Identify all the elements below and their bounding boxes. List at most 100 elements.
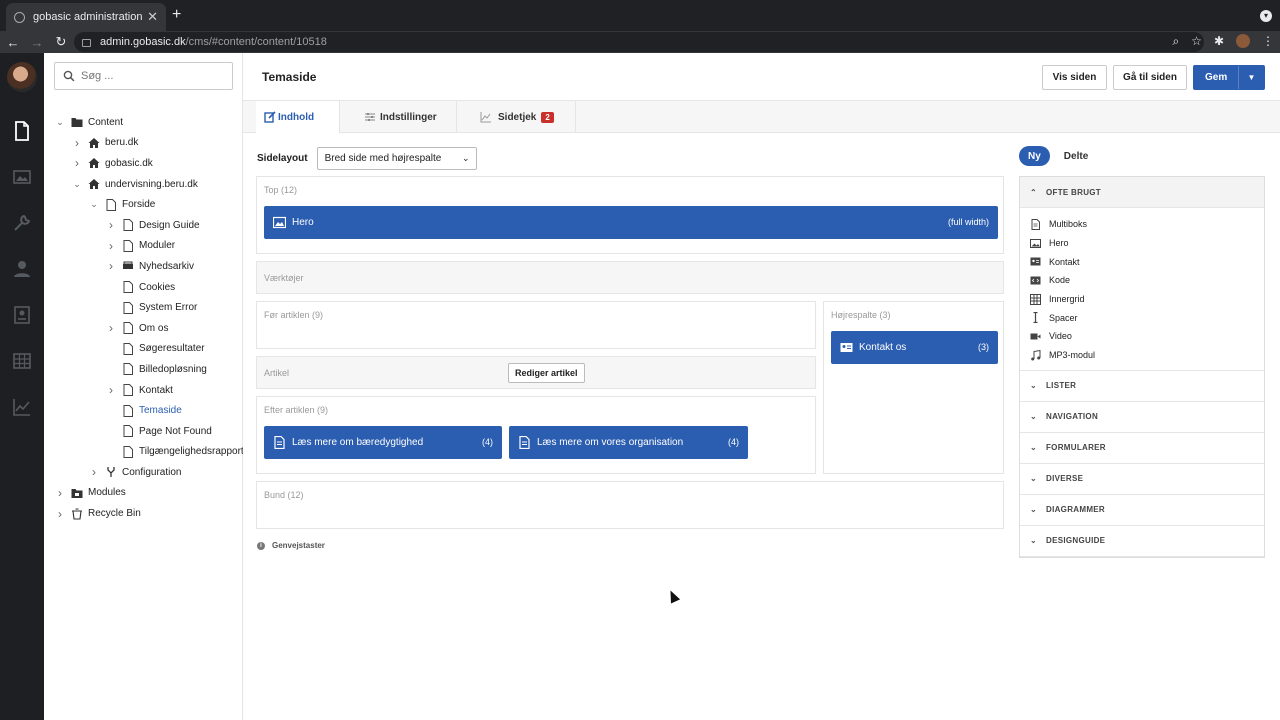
chevron-down-icon[interactable]: ⌄ <box>56 117 64 128</box>
page-icon <box>122 445 134 458</box>
palette-section-ofte-brugt[interactable]: ⌃ OFTE BRUGT <box>1020 177 1264 208</box>
tree-node-page-not-found[interactable]: Page Not Found <box>44 421 243 442</box>
tree-node-cookies[interactable]: Cookies <box>44 277 243 298</box>
toggle-new[interactable]: Ny <box>1019 146 1050 166</box>
zone-after-article[interactable]: Efter artiklen (9) Læs mere om bæredygti… <box>256 396 816 474</box>
chevron-right-icon[interactable]: › <box>107 321 115 335</box>
bookmark-star-icon[interactable]: ☆ <box>1191 34 1202 49</box>
reload-icon[interactable]: ↻ <box>50 34 72 50</box>
tree-node-label: Om os <box>139 322 169 334</box>
chevron-down-icon[interactable]: ⌄ <box>73 179 81 190</box>
zone-before-article[interactable]: Før artiklen (9) <box>256 301 816 349</box>
browser-tab[interactable]: gobasic administration ✕ <box>6 3 166 31</box>
rail-users-icon[interactable] <box>0 246 44 292</box>
tree-node-billedopløsning[interactable]: Billedopløsning <box>44 359 243 380</box>
profile-avatar-icon[interactable] <box>1236 34 1250 48</box>
chevron-right-icon[interactable]: › <box>107 259 115 273</box>
palette-item[interactable]: MP3-modul <box>1030 346 1264 365</box>
avatar[interactable] <box>7 62 37 92</box>
palette-section-designguide[interactable]: ⌄ DESIGNGUIDE <box>1020 526 1264 557</box>
address-bar[interactable]: admin.gobasic.dk/cms/#content/content/10… <box>74 32 1204 52</box>
palette-section-lister[interactable]: ⌄ LISTER <box>1020 371 1264 402</box>
tree-node-content[interactable]: ⌄ Content <box>44 112 243 133</box>
tree-node-beru-dk[interactable]: › beru.dk <box>44 133 243 154</box>
chevron-down-icon[interactable]: ⌄ <box>90 199 98 210</box>
tree-node-undervisning-beru-dk[interactable]: ⌄ undervisning.beru.dk <box>44 174 243 195</box>
palette-section-navigation[interactable]: ⌄ NAVIGATION <box>1020 402 1264 433</box>
contact-block[interactable]: Kontakt os (3) <box>831 331 998 364</box>
back-icon[interactable]: ← <box>2 35 24 50</box>
tree-node-system-error[interactable]: System Error <box>44 297 243 318</box>
tab-settings[interactable]: Indstillinger <box>340 101 457 133</box>
tree-node-tilgængelighedsrapport[interactable]: Tilgængelighedsrapport <box>44 442 244 463</box>
palette-item[interactable]: Kontakt <box>1030 252 1264 271</box>
chevron-right-icon[interactable]: › <box>73 136 81 150</box>
chevron-right-icon[interactable]: › <box>90 465 98 479</box>
palette-section-diverse[interactable]: ⌄ DIVERSE <box>1020 464 1264 495</box>
palette-item[interactable]: Innergrid <box>1030 290 1264 309</box>
save-options-caret-icon[interactable]: ▼ <box>1238 66 1264 89</box>
tree-node-design-guide[interactable]: › Design Guide <box>44 215 243 236</box>
palette-item[interactable]: Hero <box>1030 234 1264 253</box>
chrome-menu-icon[interactable]: ⋮ <box>1262 34 1274 49</box>
chevron-right-icon[interactable]: › <box>73 156 81 170</box>
chevron-right-icon[interactable]: › <box>107 218 115 232</box>
keyboard-shortcuts-link[interactable]: i Genvejstaster <box>257 541 325 550</box>
zoom-icon[interactable]: ⌕ <box>1172 34 1179 49</box>
tab-page-check[interactable]: Sidetjek 2 <box>457 101 576 133</box>
palette-section-diagrammer[interactable]: ⌄ DIAGRAMMER <box>1020 495 1264 526</box>
palette-item[interactable]: Multiboks <box>1030 215 1264 234</box>
new-tab-icon[interactable]: + <box>172 6 181 24</box>
rail-table-icon[interactable] <box>0 338 44 384</box>
contact-card-icon <box>840 343 853 352</box>
edit-article-button[interactable]: Rediger artikel <box>508 363 585 383</box>
palette-item[interactable]: Kode <box>1030 271 1264 290</box>
tree-node-søgeresultater[interactable]: Søgeresultater <box>44 339 243 360</box>
forward-icon[interactable]: → <box>26 35 48 50</box>
tree-node-forside[interactable]: ⌄ Forside <box>44 194 243 215</box>
close-tab-icon[interactable]: ✕ <box>147 9 158 25</box>
page-layout-select[interactable]: Bred side med højrespalte ⌄ <box>316 147 477 170</box>
tree-node-modules[interactable]: › Modules <box>44 483 243 504</box>
tree-node-label: gobasic.dk <box>105 157 153 169</box>
palette-item[interactable]: Video <box>1030 327 1264 346</box>
rail-statistics-icon[interactable] <box>0 384 44 430</box>
hero-block[interactable]: Hero (full width) <box>264 206 998 239</box>
rail-media-icon[interactable] <box>0 154 44 200</box>
page-icon <box>122 322 134 335</box>
tree-node-moduler[interactable]: › Moduler <box>44 236 243 257</box>
rail-content-icon[interactable] <box>0 108 44 154</box>
tree-node-om-os[interactable]: › Om os <box>44 318 243 339</box>
after-block-2[interactable]: Læs mere om vores organisation (4) <box>509 426 748 459</box>
search-input[interactable] <box>81 70 221 82</box>
tree-node-temaside[interactable]: Temaside <box>44 400 243 421</box>
profile-menu-icon[interactable]: ▾ <box>1260 10 1272 22</box>
zone-top[interactable]: Top (12) Hero (full width) <box>256 176 1004 254</box>
palette-section-formularer[interactable]: ⌄ FORMULARER <box>1020 433 1264 464</box>
palette-item[interactable]: Spacer <box>1030 308 1264 327</box>
zone-right-column[interactable]: Højrespalte (3) Kontakt os (3) <box>823 301 1004 474</box>
tree-node-nyhedsarkiv[interactable]: › Nyhedsarkiv <box>44 256 243 277</box>
chevron-right-icon[interactable]: › <box>107 239 115 253</box>
tree-node-recycle-bin[interactable]: › Recycle Bin <box>44 503 243 524</box>
rail-contacts-icon[interactable] <box>0 292 44 338</box>
tree-node-kontakt[interactable]: › Kontakt <box>44 380 243 401</box>
tab-title: gobasic administration <box>33 11 143 23</box>
zone-tools[interactable]: Værktøjer <box>256 261 1004 294</box>
rail-settings-wrench-icon[interactable] <box>0 200 44 246</box>
chevron-right-icon[interactable]: › <box>56 486 64 500</box>
chevron-right-icon[interactable]: › <box>56 507 64 521</box>
contact-block-label: Kontakt os <box>859 342 907 353</box>
view-page-button[interactable]: Vis siden <box>1042 65 1107 90</box>
save-button[interactable]: Gem ▼ <box>1193 65 1265 90</box>
tab-content[interactable]: Indhold <box>256 101 340 134</box>
toggle-shared[interactable]: Delte <box>1055 146 1097 166</box>
chevron-right-icon[interactable]: › <box>107 383 115 397</box>
zone-bottom[interactable]: Bund (12) <box>256 481 1004 529</box>
tree-node-configuration[interactable]: › Configuration <box>44 462 243 483</box>
after-block-1[interactable]: Læs mere om bæredygtighed (4) <box>264 426 502 459</box>
goto-page-button[interactable]: Gå til siden <box>1113 65 1187 90</box>
extensions-icon[interactable]: ✱ <box>1214 34 1224 49</box>
tree-node-gobasic-dk[interactable]: › gobasic.dk <box>44 153 243 174</box>
tree-search[interactable] <box>54 62 233 90</box>
